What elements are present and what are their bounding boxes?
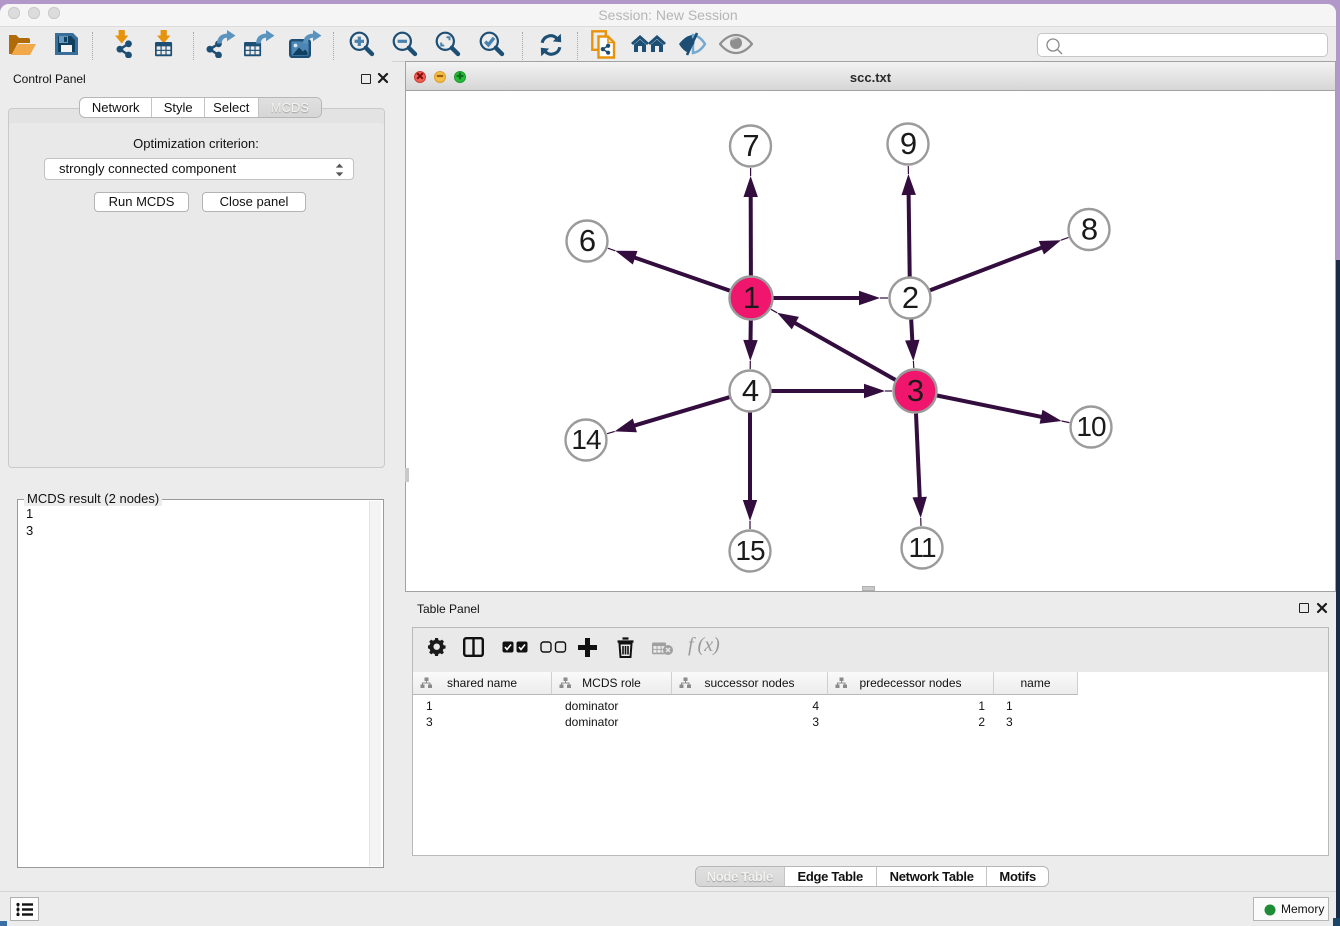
svg-text:11: 11 (908, 532, 935, 563)
svg-text:9: 9 (900, 126, 916, 161)
svg-text:3: 3 (907, 373, 923, 408)
svg-text:2: 2 (902, 280, 918, 315)
svg-text:8: 8 (1081, 212, 1097, 247)
svg-text:4: 4 (742, 373, 759, 408)
svg-text:7: 7 (742, 128, 758, 163)
svg-text:10: 10 (1076, 411, 1106, 442)
svg-text:14: 14 (571, 424, 601, 455)
svg-text:15: 15 (735, 535, 765, 566)
svg-text:1: 1 (743, 280, 759, 315)
svg-text:6: 6 (579, 223, 595, 258)
